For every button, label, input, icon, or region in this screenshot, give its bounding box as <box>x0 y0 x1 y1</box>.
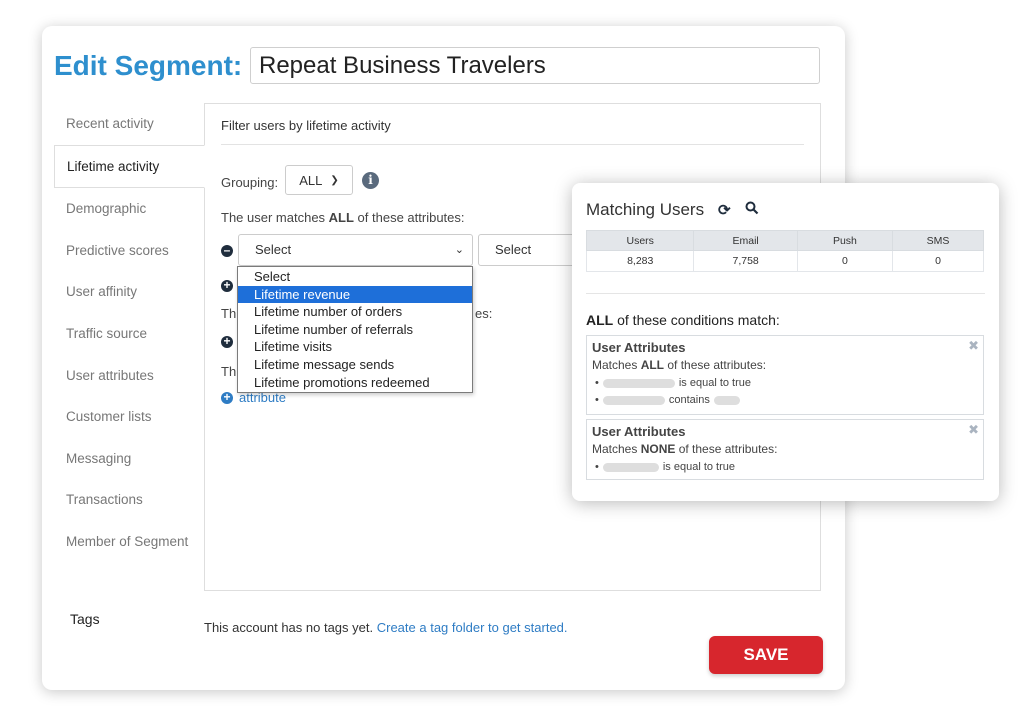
conditions-heading: ALL of these conditions match: <box>586 312 780 328</box>
attribute-select-value: Select <box>255 242 292 257</box>
close-icon[interactable]: ✖ <box>968 338 979 354</box>
tags-label: Tags <box>70 611 100 627</box>
add-condition-icon[interactable]: + <box>221 335 233 348</box>
save-button[interactable]: SAVE <box>709 636 823 674</box>
add-condition-icon[interactable]: + <box>221 279 233 292</box>
sidebar-item-messaging[interactable]: Messaging <box>54 438 204 480</box>
tags-message-text: This account has no tags yet. <box>204 620 374 635</box>
matching-users-table: Users Email Push SMS 8,283 7,758 0 0 <box>585 230 985 272</box>
sidebar-item-member-of-segment[interactable]: Member of Segment <box>54 521 204 563</box>
dropdown-option[interactable]: Lifetime message sends <box>238 356 472 374</box>
search-icon[interactable] <box>745 201 759 219</box>
info-icon[interactable]: i <box>362 172 379 189</box>
grouping-select[interactable]: ALL ❯ <box>285 165 353 195</box>
condition-sub-suffix: of these attributes: <box>675 442 778 456</box>
panel-divider <box>221 144 804 145</box>
dropdown-option[interactable]: Select <box>238 268 472 286</box>
sidebar-item-predictive-scores[interactable]: Predictive scores <box>54 230 204 272</box>
attribute-select[interactable]: Select ⌄ <box>238 234 473 266</box>
column-header-email: Email <box>693 230 798 251</box>
panel-heading: Filter users by lifetime activity <box>221 118 391 133</box>
group-text-partial-tail: es: <box>475 306 493 321</box>
condition-box: User Attributes ✖ Matches ALL of these a… <box>586 335 984 415</box>
chevron-down-icon: ❯ <box>330 174 339 186</box>
bullet: • <box>595 394 599 406</box>
search-icon-svg <box>745 201 759 215</box>
sidebar-item-user-affinity[interactable]: User affinity <box>54 271 204 313</box>
chevron-down-icon: ⌄ <box>454 244 464 256</box>
page-title: Edit Segment: <box>54 50 243 81</box>
condition-subtitle: Matches NONE of these attributes: <box>592 442 777 456</box>
close-icon[interactable]: ✖ <box>968 422 979 438</box>
column-header-sms: SMS <box>891 230 985 251</box>
matching-divider <box>586 293 985 294</box>
attribute-dropdown-list: Select Lifetime revenue Lifetime number … <box>237 266 473 394</box>
operator-select[interactable]: Select <box>478 234 578 266</box>
condition-sub-prefix: Matches <box>592 442 641 456</box>
create-tag-folder-link[interactable]: Create a tag folder to get started. <box>377 620 568 635</box>
condition-sub-suffix: of these attributes: <box>664 358 767 372</box>
sidebar-item-lifetime-activity[interactable]: Lifetime activity <box>54 144 205 189</box>
email-count: 7,758 <box>693 250 798 272</box>
grouping-value: ALL <box>299 172 323 188</box>
condition-row: • is equal to true <box>595 377 751 389</box>
redacted-attribute <box>602 395 665 405</box>
dropdown-option-highlighted[interactable]: Lifetime revenue <box>238 285 472 304</box>
matching-users-title: Matching Users <box>586 200 705 219</box>
condition-row: • contains <box>595 394 740 406</box>
condition-row-text: is equal to true <box>678 377 752 389</box>
group-text-partial: Th <box>221 306 237 321</box>
sidebar-item-user-attributes[interactable]: User attributes <box>54 355 204 397</box>
column-header-users: Users <box>585 230 695 251</box>
dropdown-option[interactable]: Lifetime visits <box>238 338 472 356</box>
match-description: The user matches ALL of these attributes… <box>221 210 465 225</box>
grouping-label: Grouping: <box>221 175 279 190</box>
column-header-push: Push <box>796 230 893 251</box>
dropdown-option[interactable]: Lifetime promotions redeemed <box>238 374 472 392</box>
operator-select-value: Select <box>495 242 532 257</box>
match-bold: ALL <box>328 210 354 225</box>
sidebar-item-recent-activity[interactable]: Recent activity <box>54 103 204 145</box>
tags-message: This account has no tags yet. Create a t… <box>204 620 568 635</box>
refresh-icon[interactable]: ⟳ <box>718 201 731 219</box>
dropdown-option[interactable]: Lifetime number of orders <box>238 303 472 321</box>
sidebar-item-traffic-source[interactable]: Traffic source <box>54 313 204 355</box>
match-prefix: The user matches <box>221 210 329 225</box>
redacted-attribute <box>602 378 675 388</box>
condition-sub-bold: ALL <box>640 358 665 372</box>
match-suffix: of these attributes: <box>353 210 465 225</box>
bullet: • <box>595 461 599 473</box>
dropdown-option[interactable]: Lifetime number of referrals <box>238 321 472 339</box>
sms-count: 0 <box>891 250 985 272</box>
condition-title: User Attributes <box>592 424 686 439</box>
condition-box: User Attributes ✖ Matches NONE of these … <box>586 419 984 480</box>
segment-name-input[interactable] <box>250 47 820 84</box>
sidebar-item-demographic[interactable]: Demographic <box>54 188 204 230</box>
sidebar-item-customer-lists[interactable]: Customer lists <box>54 396 204 438</box>
add-attribute-icon[interactable]: + <box>221 391 233 404</box>
condition-row-text: contains <box>668 394 710 406</box>
redacted-value <box>713 395 740 405</box>
condition-sub-prefix: Matches <box>592 358 641 372</box>
redacted-attribute <box>602 462 659 472</box>
sidebar: Recent activity Lifetime activity Demogr… <box>54 103 205 563</box>
bullet: • <box>595 377 599 389</box>
condition-title: User Attributes <box>592 340 686 355</box>
condition-sub-bold: NONE <box>640 442 676 456</box>
users-count: 8,283 <box>585 250 695 272</box>
push-count: 0 <box>796 250 893 272</box>
matching-users-panel: Matching Users ⟳ Users Email Push SMS 8,… <box>572 183 999 501</box>
condition-subtitle: Matches ALL of these attributes: <box>592 358 766 372</box>
conditions-suffix: of these conditions match: <box>613 312 780 328</box>
group-text-partial-2: Th <box>221 364 237 379</box>
condition-row-text: is equal to true <box>662 461 736 473</box>
conditions-bold: ALL <box>586 312 614 328</box>
condition-row: • is equal to true <box>595 461 735 473</box>
sidebar-item-transactions[interactable]: Transactions <box>54 479 204 521</box>
remove-condition-icon[interactable]: – <box>221 244 233 257</box>
